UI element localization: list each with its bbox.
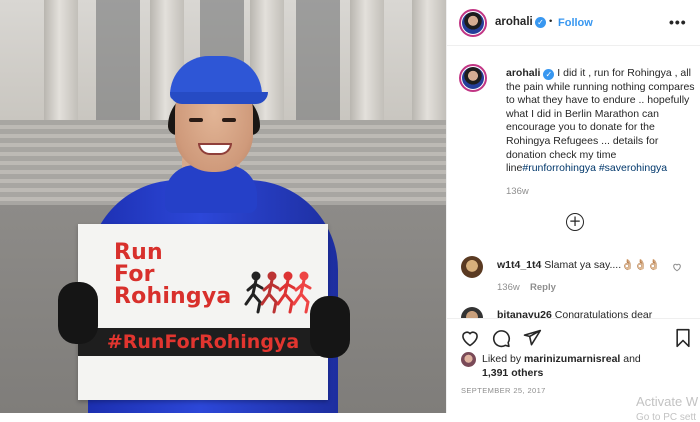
reply-button[interactable]: Reply bbox=[530, 282, 556, 293]
more-options-icon[interactable]: ••• bbox=[669, 14, 687, 30]
runner-eye bbox=[222, 118, 236, 122]
follow-button[interactable]: Follow bbox=[558, 17, 593, 29]
post-caption: arohali ✓ I did it , run for Rohingya , … bbox=[506, 67, 696, 176]
post-header: arohali ✓ • Follow ••• bbox=[447, 0, 700, 46]
runners-silhouette-icon bbox=[244, 271, 312, 314]
runner-cap-brim bbox=[170, 92, 268, 104]
comment-text: Slamat ya say....👌🏼👌🏼👌🏼 bbox=[544, 259, 661, 271]
likes-count[interactable]: 1,391 others bbox=[482, 367, 543, 379]
liked-by-prefix: Liked by bbox=[482, 353, 522, 365]
sign-title: Run For Rohingya bbox=[114, 242, 231, 308]
post-photo[interactable]: Run For Rohingya #RunForRohingya bbox=[0, 0, 446, 413]
activation-watermark-title: Activate W bbox=[636, 394, 699, 409]
runner-collar bbox=[165, 165, 257, 213]
liked-by-and: and bbox=[623, 353, 641, 365]
sign-title-line: For bbox=[114, 262, 155, 287]
runner-eye bbox=[189, 118, 203, 122]
post-details-panel: arohali ✓ • Follow ••• arohali ✓ I did i… bbox=[446, 0, 700, 413]
heart-icon[interactable] bbox=[460, 328, 480, 348]
liked-by-text: Liked by marinizumarnisreal and bbox=[482, 353, 641, 365]
sign-title-line: Run bbox=[114, 240, 163, 265]
post-date[interactable]: SEPTEMBER 25, 2017 bbox=[461, 386, 546, 395]
comment-bubble-icon[interactable] bbox=[491, 328, 511, 348]
paper-plane-icon[interactable] bbox=[522, 328, 542, 348]
caption-hashtags[interactable]: #runforrohingya #saverohingya bbox=[522, 162, 667, 174]
header-separator: • bbox=[549, 16, 553, 27]
bookmark-icon[interactable] bbox=[673, 327, 693, 349]
commenter-avatar[interactable] bbox=[461, 256, 483, 278]
caption-username[interactable]: arohali bbox=[506, 67, 540, 79]
plus-circle-icon[interactable]: + bbox=[566, 213, 584, 231]
right-glove bbox=[310, 296, 350, 358]
caption-text: I did it , run for Rohingya , all the pa… bbox=[506, 67, 695, 175]
liker-avatar[interactable] bbox=[461, 352, 476, 367]
comment-timestamp: 136w bbox=[497, 282, 520, 293]
header-username[interactable]: arohali bbox=[495, 16, 533, 28]
caption-timestamp[interactable]: 136w bbox=[506, 186, 529, 197]
sign-hashtag: #RunForRohingya bbox=[106, 331, 300, 353]
protest-sign: Run For Rohingya #RunForRohingya bbox=[78, 224, 328, 400]
avatar[interactable] bbox=[462, 12, 484, 34]
verified-badge-icon: ✓ bbox=[535, 17, 546, 28]
liked-by-username[interactable]: marinizumarnisreal bbox=[524, 353, 620, 365]
left-glove bbox=[58, 282, 98, 344]
comment-like-icon[interactable] bbox=[672, 262, 682, 272]
activation-watermark-subtitle: Go to PC sett bbox=[636, 412, 697, 422]
verified-badge-icon: ✓ bbox=[543, 69, 555, 80]
comment: w1t4_1t4 Slamat ya say....👌🏼👌🏼👌🏼 bbox=[497, 258, 660, 271]
comment-username[interactable]: w1t4_1t4 bbox=[497, 259, 541, 271]
sign-title-line: Rohingya bbox=[114, 284, 232, 309]
caption-avatar[interactable] bbox=[462, 67, 484, 89]
